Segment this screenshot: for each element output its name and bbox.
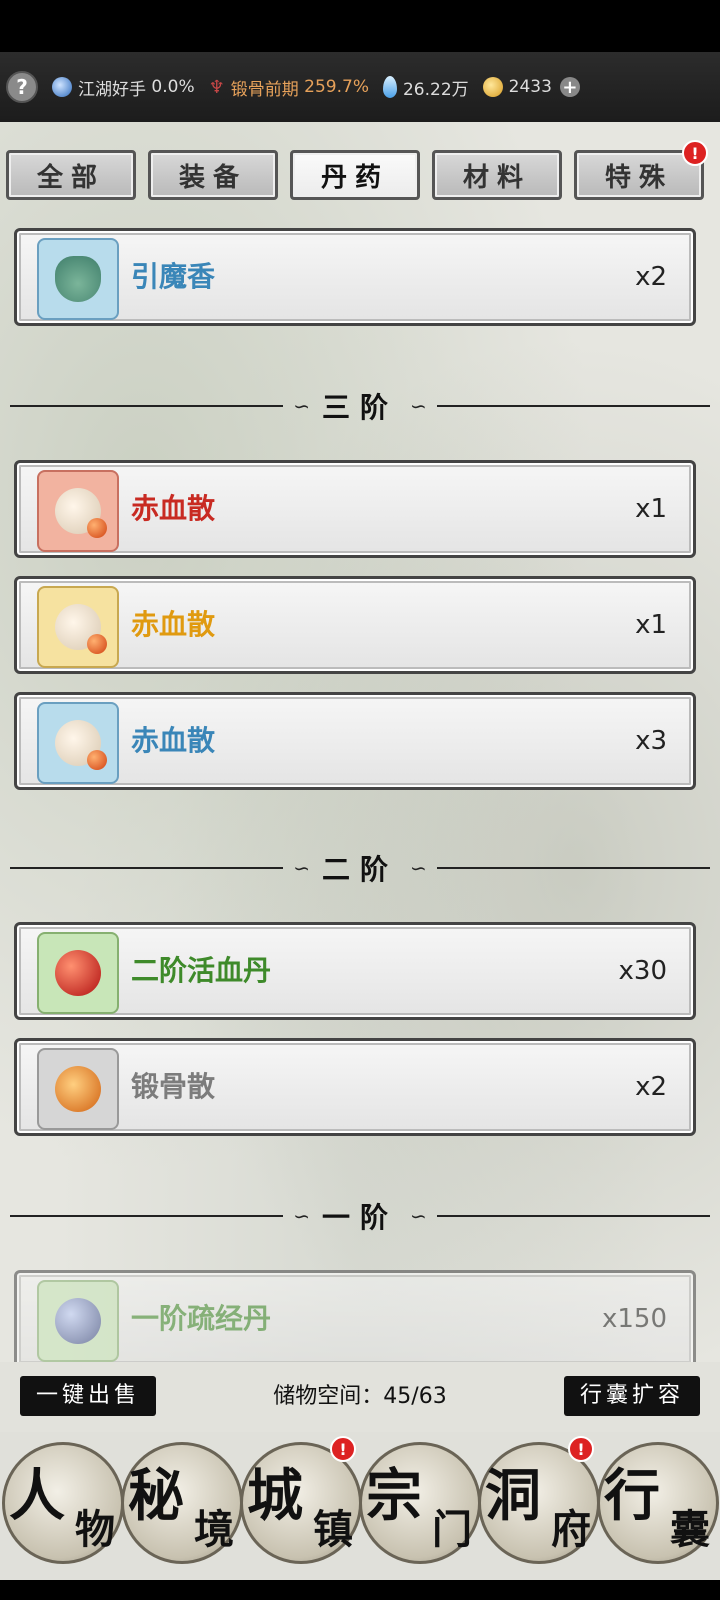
item-icon-frame: [37, 470, 119, 552]
item-quantity: x150: [601, 1304, 667, 1334]
nav-secret-realm-glyph-2: 境: [194, 1506, 234, 1553]
tab-all[interactable]: 全部: [6, 150, 136, 200]
add-coin-button[interactable]: +: [559, 77, 580, 98]
section-divider: ∽ 三阶 ∽: [0, 386, 720, 426]
town-alert-badge: !: [330, 1436, 356, 1462]
item-quantity: x2: [635, 1072, 667, 1102]
inventory-panel: 全部 装备 丹药 材料 特殊 ! 引魔香 x2 ∽ 三阶 ∽ 赤血散 x1 赤血…: [0, 122, 720, 1362]
coin-icon: [482, 77, 503, 97]
item-quantity: x3: [635, 726, 667, 756]
gourd-icon: [55, 1066, 101, 1112]
coin-value: 2433: [508, 77, 552, 97]
section-title: 三阶: [322, 391, 399, 424]
item-name: 赤血散: [131, 492, 216, 525]
nav-bag[interactable]: 行 囊: [597, 1442, 719, 1564]
item-icon-frame: [37, 586, 119, 668]
taiji-icon: [52, 77, 72, 97]
nav-sect-glyph-2: 门: [432, 1506, 472, 1553]
nav-bag-glyph-2: 囊: [670, 1506, 710, 1553]
pouch-icon: [55, 488, 107, 538]
nav-sect-glyph: 宗: [366, 1463, 422, 1529]
coin-stat: 2433 +: [482, 77, 580, 98]
spirit-drop-icon: [382, 76, 397, 98]
item-name: 赤血散: [131, 608, 216, 641]
nav-cave-glyph: 洞: [485, 1463, 541, 1529]
item-name: 引魔香: [131, 260, 216, 293]
system-nav-bar: [0, 1580, 720, 1600]
section-divider: ∽ 二阶 ∽: [0, 848, 720, 888]
section-title: 二阶: [322, 853, 399, 886]
item-icon-frame: [37, 1048, 119, 1130]
help-button[interactable]: ?: [6, 71, 38, 103]
nav-sect[interactable]: 宗 门: [359, 1442, 481, 1564]
item-icon-frame: [37, 932, 119, 1014]
bottom-navigation: 人 物 秘 境 城 镇 ! 宗 门 洞 府 ! 行 囊: [0, 1432, 720, 1580]
list-item[interactable]: 引魔香 x2: [14, 228, 696, 326]
censer-icon: [55, 256, 101, 302]
cave-alert-badge: !: [568, 1436, 594, 1462]
nav-character-glyph: 人: [9, 1463, 65, 1529]
nav-secret-realm[interactable]: 秘 境: [121, 1442, 243, 1564]
section-title: 一阶: [322, 1201, 399, 1234]
rank-value: 0.0%: [151, 77, 195, 97]
list-item[interactable]: 一阶疏经丹 x150: [14, 1270, 696, 1362]
bone-icon: ♆: [208, 76, 225, 98]
pill-icon: [55, 950, 101, 996]
category-tabs: 全部 装备 丹药 材料 特殊 !: [0, 140, 720, 200]
resource-bar: ? 江湖好手 0.0% ♆ 锻骨前期 259.7% 26.22万 2433 +: [0, 52, 720, 122]
nav-bag-glyph: 行: [604, 1463, 660, 1529]
list-item[interactable]: 二阶活血丹 x30: [14, 922, 696, 1020]
item-quantity: x30: [618, 956, 667, 986]
item-icon-frame: [37, 238, 119, 320]
list-item[interactable]: 赤血散 x1: [14, 576, 696, 674]
item-quantity: x1: [635, 494, 667, 524]
item-name: 赤血散: [131, 724, 216, 757]
status-bar: [0, 0, 720, 52]
sell-all-button[interactable]: 一键出售: [20, 1376, 157, 1416]
item-quantity: x2: [635, 262, 667, 292]
item-quantity: x1: [635, 610, 667, 640]
item-icon-frame: [37, 702, 119, 784]
section-divider: ∽ 一阶 ∽: [0, 1196, 720, 1236]
nav-cave-glyph-2: 府: [551, 1506, 591, 1553]
list-item[interactable]: 赤血散 x1: [14, 460, 696, 558]
tab-equipment[interactable]: 装备: [148, 150, 278, 200]
item-name: 二阶活血丹: [131, 954, 272, 987]
item-icon-frame: [37, 1280, 119, 1362]
realm-value: 259.7%: [304, 77, 369, 97]
realm-label: 锻骨前期: [230, 79, 299, 100]
expand-bag-button[interactable]: 行囊扩容: [563, 1376, 700, 1416]
rank-stat: 江湖好手 0.0%: [52, 75, 195, 100]
pouch-icon: [55, 604, 107, 654]
list-item[interactable]: 锻骨散 x2: [14, 1038, 696, 1136]
blue-pill-icon: [55, 1298, 101, 1344]
list-item[interactable]: 赤血散 x3: [14, 692, 696, 790]
spirit-stat: 26.22万: [382, 75, 469, 100]
nav-town-glyph-2: 镇: [313, 1506, 353, 1553]
nav-character-glyph-2: 物: [75, 1506, 115, 1553]
spirit-value: 26.22万: [402, 79, 469, 100]
nav-town-glyph: 城: [247, 1463, 303, 1529]
item-name: 一阶疏经丹: [131, 1302, 272, 1335]
tab-materials[interactable]: 材料: [432, 150, 562, 200]
nav-character[interactable]: 人 物: [2, 1442, 124, 1564]
rank-label: 江湖好手: [78, 79, 146, 100]
item-name: 锻骨散: [131, 1070, 216, 1103]
nav-secret-realm-glyph: 秘: [128, 1463, 184, 1529]
inventory-footer: 储物空间：45/63 一键出售 行囊扩容: [0, 1362, 720, 1432]
special-alert-badge: !: [682, 140, 708, 166]
pouch-icon: [55, 720, 107, 770]
realm-stat: ♆ 锻骨前期 259.7%: [209, 75, 369, 100]
tab-pills[interactable]: 丹药: [290, 150, 420, 200]
